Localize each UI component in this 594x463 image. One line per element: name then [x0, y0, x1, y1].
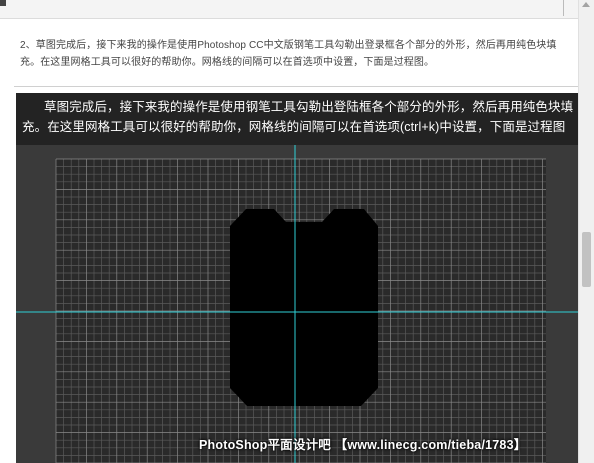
- divider-tick: [563, 0, 564, 16]
- article-paragraph: 2、草图完成后，接下来我的操作是使用Photoshop CC中文版钢笔工具勾勒出…: [20, 40, 557, 68]
- watermark: PhotoShop平面设计吧 【www.linecg.com/tieba/178…: [199, 438, 527, 452]
- scroll-thumb[interactable]: [582, 232, 591, 287]
- corner-mark: [0, 0, 6, 6]
- grid-canvas-drawing: [16, 145, 578, 463]
- scrollbar[interactable]: [578, 0, 594, 463]
- photoshop-canvas: [16, 145, 578, 463]
- tutorial-screenshot: 草图完成后，接下来我的操作是使用钢笔工具勾勒出登陆框各个部分的外形，然后再用纯色…: [16, 93, 578, 463]
- article-divider: [14, 86, 580, 87]
- scroll-up-arrow-icon[interactable]: [582, 2, 590, 7]
- screenshot-caption: 草图完成后，接下来我的操作是使用钢笔工具勾勒出登陆框各个部分的外形，然后再用纯色…: [22, 100, 574, 134]
- top-strip: [0, 0, 578, 19]
- login-box-shape: [230, 209, 378, 406]
